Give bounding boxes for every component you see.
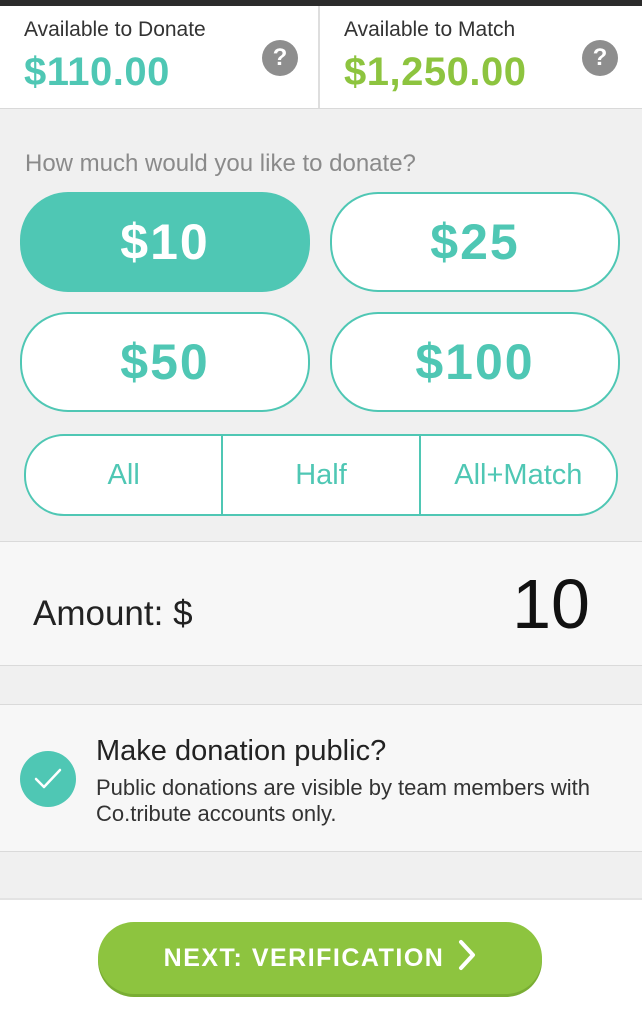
public-checkbox[interactable]	[20, 751, 76, 807]
help-icon[interactable]: ?	[582, 40, 618, 76]
quick-amount-selector: All Half All+Match	[24, 434, 618, 516]
amount-option-25[interactable]: $25	[330, 192, 620, 292]
amount-input[interactable]: 10	[512, 564, 590, 644]
quick-option-all[interactable]: All	[26, 436, 221, 514]
available-to-donate: Available to Donate $110.00 ?	[0, 6, 320, 108]
amount-option-100[interactable]: $100	[330, 312, 620, 412]
next-button-label: NEXT: VERIFICATION	[163, 943, 445, 972]
amount-option-10[interactable]: $10	[20, 192, 310, 292]
chevron-right-icon	[458, 939, 476, 978]
amount-label: Amount: $	[33, 594, 193, 633]
donation-question: How much would you like to donate?	[25, 150, 416, 177]
amount-row[interactable]: Amount: $ 10	[0, 541, 642, 666]
make-public-row[interactable]: Make donation public? Public donations a…	[0, 704, 642, 852]
match-label: Available to Match	[344, 18, 516, 41]
donate-value: $110.00	[24, 50, 170, 94]
help-icon[interactable]: ?	[262, 40, 298, 76]
quick-option-half[interactable]: Half	[221, 436, 418, 514]
available-to-match: Available to Match $1,250.00 ?	[320, 6, 642, 108]
next-verification-button[interactable]: NEXT: VERIFICATION	[98, 922, 542, 994]
footer: NEXT: VERIFICATION	[0, 898, 642, 1012]
quick-option-all-match[interactable]: All+Match	[418, 436, 616, 514]
match-value: $1,250.00	[344, 50, 527, 94]
public-title: Make donation public?	[96, 735, 387, 767]
balances-panel: Available to Donate $110.00 ? Available …	[0, 6, 642, 109]
amount-option-50[interactable]: $50	[20, 312, 310, 412]
public-description: Public donations are visible by team mem…	[96, 775, 591, 826]
check-icon	[34, 768, 62, 789]
donate-label: Available to Donate	[24, 18, 206, 41]
